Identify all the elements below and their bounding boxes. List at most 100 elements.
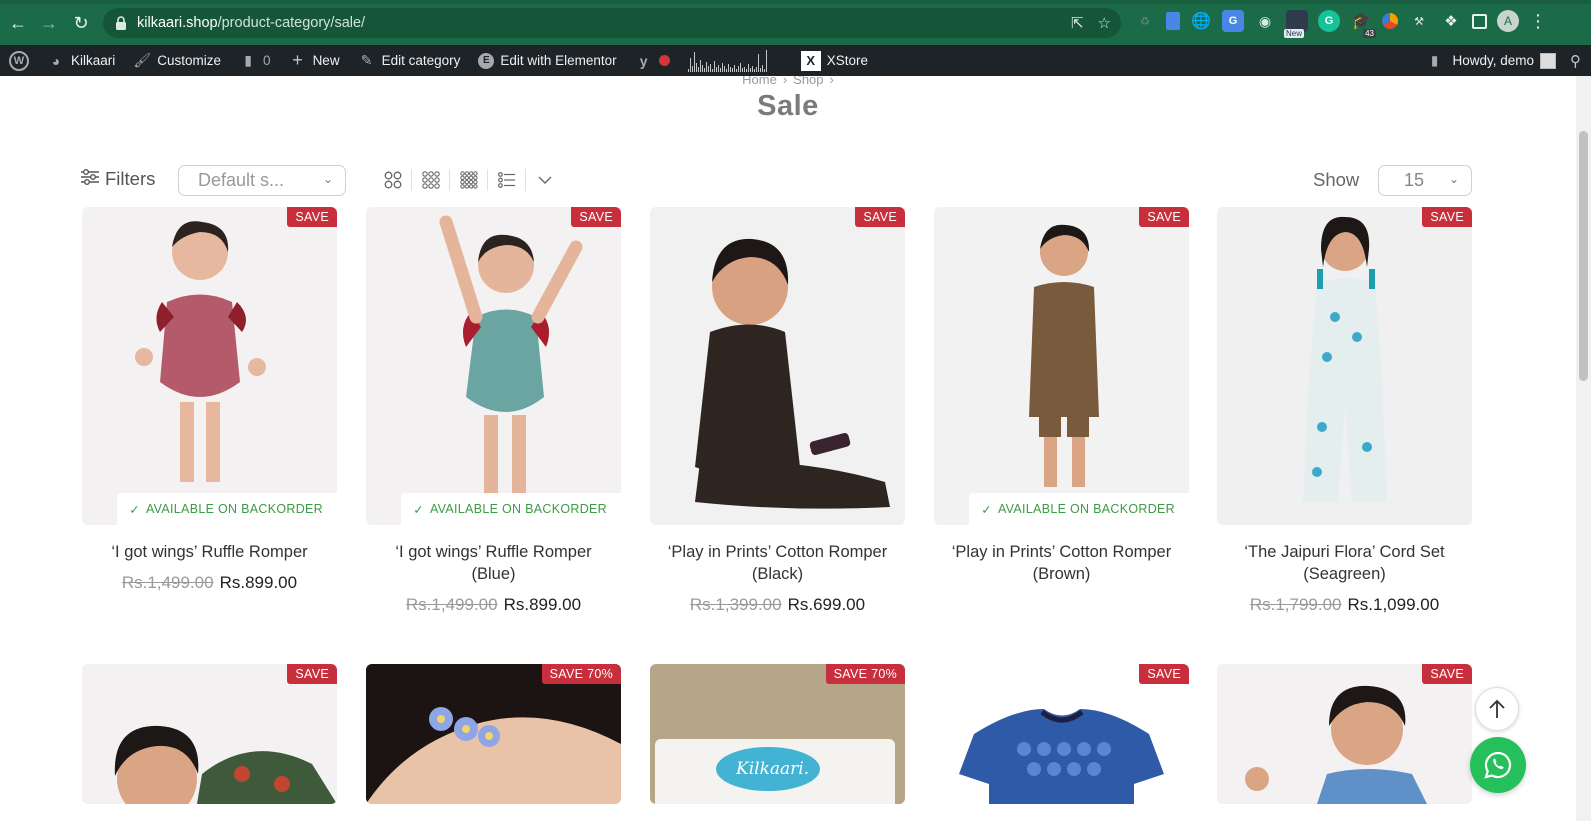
scrollbar-thumb[interactable] xyxy=(1579,131,1588,381)
sale-badge: SAVE xyxy=(1139,664,1189,684)
arrow-up-icon xyxy=(1489,699,1505,718)
address-bar[interactable]: kilkaari.shop/product-category/sale/ ⇱ ☆ xyxy=(103,8,1121,38)
browser-top-edge xyxy=(0,0,1591,4)
grid-2-view-icon[interactable] xyxy=(374,169,412,191)
site-name-menu[interactable]: ◕ Kilkaari xyxy=(38,45,124,76)
product-card[interactable]: SAVE xyxy=(1217,664,1472,804)
new-price: Rs.899.00 xyxy=(219,573,298,592)
activity-sparkline xyxy=(687,49,783,72)
product-image[interactable]: SAVE xyxy=(650,207,905,525)
yoast-menu[interactable]: y xyxy=(626,45,679,76)
brush-icon: 🖌 xyxy=(133,52,152,68)
more-views-chevron-icon[interactable] xyxy=(526,169,564,191)
chevron-down-icon: ⌄ xyxy=(322,172,333,186)
docs-extension-icon[interactable] xyxy=(1166,12,1180,30)
product-name[interactable]: ‘The Jaipuri Flora’ Cord Set (Seagreen) xyxy=(1217,541,1472,585)
list-view-icon[interactable] xyxy=(488,169,526,191)
comments-menu[interactable]: ▮ 0 xyxy=(230,45,280,76)
product-card[interactable]: SAVE ✓ AVAILABLE ON BACKORDER ‘I got wing… xyxy=(82,207,337,593)
grid-3-view-icon[interactable] xyxy=(412,169,450,191)
product-image[interactable]: SAVE xyxy=(1217,207,1472,525)
product-image[interactable]: SAVE xyxy=(934,664,1189,804)
reload-icon[interactable]: ↻ xyxy=(66,8,96,38)
product-card[interactable]: SAVE xyxy=(82,664,337,804)
color-extension-icon[interactable] xyxy=(1382,13,1398,29)
edit-category-menu[interactable]: ✎ Edit category xyxy=(349,45,470,76)
product-name-line: ‘Play in Prints’ Cotton Romper xyxy=(667,543,888,561)
product-card[interactable]: SAVE ✓ AVAILABLE ON BACKORDER ‘I got wing… xyxy=(366,207,621,615)
elementor-menu[interactable]: E Edit with Elementor xyxy=(469,45,625,76)
wp-logo-menu[interactable]: W xyxy=(0,45,38,76)
graduation-extension-icon[interactable]: 🎓 43 xyxy=(1350,10,1376,38)
page-scrollbar[interactable] xyxy=(1576,76,1591,821)
product-image[interactable]: Kilkaari. SAVE 70% xyxy=(650,664,905,804)
product-image[interactable]: SAVE 70% xyxy=(366,664,621,804)
availability-text: AVAILABLE ON BACKORDER xyxy=(997,502,1175,516)
product-name[interactable]: ‘I got wings’ Ruffle Romper (Blue) xyxy=(366,541,621,585)
product-card[interactable]: SAVE ‘The Jaipuri Flora’ Cord Set (Seagre… xyxy=(1217,207,1472,615)
grid-4-view-icon[interactable] xyxy=(450,169,488,191)
product-card[interactable]: SAVE 70% xyxy=(366,664,621,804)
chevron-down-icon: ⌄ xyxy=(1448,172,1459,186)
product-card[interactable]: SAVE ‘Play in Prints’ Cotton Romper (Blac… xyxy=(650,207,905,615)
availability-label: ✓ AVAILABLE ON BACKORDER xyxy=(117,493,337,525)
globe-extension-icon[interactable]: 🌐 xyxy=(1190,10,1212,32)
url-text: kilkaari.shop/product-category/sale/ xyxy=(137,15,365,31)
sparkline-bar xyxy=(721,62,723,72)
sort-select[interactable]: Default s... ⌄ xyxy=(178,165,346,196)
back-arrow-icon[interactable]: ← xyxy=(3,8,33,38)
sparkline-bar xyxy=(733,64,735,72)
product-image[interactable]: SAVE ✓ AVAILABLE ON BACKORDER xyxy=(934,207,1189,525)
forward-arrow-icon[interactable]: → xyxy=(34,8,64,38)
breadcrumb-shop[interactable]: Shop xyxy=(793,76,823,87)
search-icon[interactable]: ⚲ xyxy=(1570,52,1581,70)
new-extension-icon[interactable]: New xyxy=(1284,10,1308,38)
lock-icon xyxy=(115,16,129,30)
side-panel-icon[interactable] xyxy=(1472,13,1487,29)
product-photo xyxy=(82,664,337,804)
game-extension-icon[interactable]: ⚒ xyxy=(1408,10,1430,32)
camera-extension-icon[interactable]: ◉ xyxy=(1254,10,1276,32)
user-avatar xyxy=(1540,52,1556,69)
availability-text: AVAILABLE ON BACKORDER xyxy=(429,502,607,516)
product-name[interactable]: ‘I got wings’ Ruffle Romper xyxy=(82,541,337,563)
edit-elementor-label: Edit with Elementor xyxy=(500,53,617,68)
per-page-select[interactable]: 15 ⌄ xyxy=(1378,165,1472,196)
share-icon[interactable]: ⇱ xyxy=(1071,14,1084,32)
scroll-to-top-button[interactable] xyxy=(1475,687,1519,731)
new-content-menu[interactable]: + New xyxy=(280,45,349,76)
product-image[interactable]: SAVE xyxy=(82,664,337,804)
profile-avatar[interactable]: A xyxy=(1497,10,1519,32)
product-photo xyxy=(650,664,905,804)
sparkline-bar xyxy=(687,68,689,72)
puzzle-extensions-icon[interactable]: ❖ xyxy=(1440,10,1462,32)
product-image[interactable]: SAVE ✓ AVAILABLE ON BACKORDER xyxy=(366,207,621,525)
product-photo xyxy=(650,207,905,525)
filters-button[interactable]: Filters xyxy=(81,168,155,190)
product-name[interactable]: ‘Play in Prints’ Cotton Romper (Black) xyxy=(650,541,905,585)
product-card[interactable]: Kilkaari. SAVE 70% xyxy=(650,664,905,804)
product-name[interactable]: ‘Play in Prints’ Cotton Romper (Brown) xyxy=(934,541,1189,585)
product-card[interactable]: SAVE ✓ AVAILABLE ON BACKORDER ‘Play in Pr… xyxy=(934,207,1189,585)
new-price: Rs.1,099.00 xyxy=(1347,595,1440,614)
bookmark-star-icon[interactable]: ☆ xyxy=(1098,14,1111,32)
url-host: kilkaari.shop xyxy=(137,15,218,31)
sparkline-bar xyxy=(757,53,759,72)
recycle-extension-icon[interactable]: ♻ xyxy=(1134,10,1156,32)
product-card[interactable]: SAVE xyxy=(934,664,1189,804)
product-photo xyxy=(1217,664,1472,804)
product-image[interactable]: SAVE ✓ AVAILABLE ON BACKORDER xyxy=(82,207,337,525)
breadcrumb-home[interactable]: Home xyxy=(742,76,777,87)
xstore-menu[interactable]: X XStore xyxy=(792,45,877,76)
sparkline-bar xyxy=(689,57,691,72)
query-monitor-menu[interactable] xyxy=(679,45,792,76)
notification-icon[interactable]: ▮ xyxy=(1431,53,1438,69)
whatsapp-chat-button[interactable] xyxy=(1470,737,1526,793)
more-menu-icon[interactable]: ⋮ xyxy=(1529,11,1547,32)
howdy-menu[interactable]: Howdy, demo xyxy=(1452,52,1556,69)
customize-menu[interactable]: 🖌 Customize xyxy=(124,45,230,76)
product-image[interactable]: SAVE xyxy=(1217,664,1472,804)
translate-extension-icon[interactable]: G xyxy=(1222,10,1244,32)
site-name: Kilkaari xyxy=(71,53,116,68)
grammarly-icon[interactable]: G xyxy=(1318,10,1340,32)
